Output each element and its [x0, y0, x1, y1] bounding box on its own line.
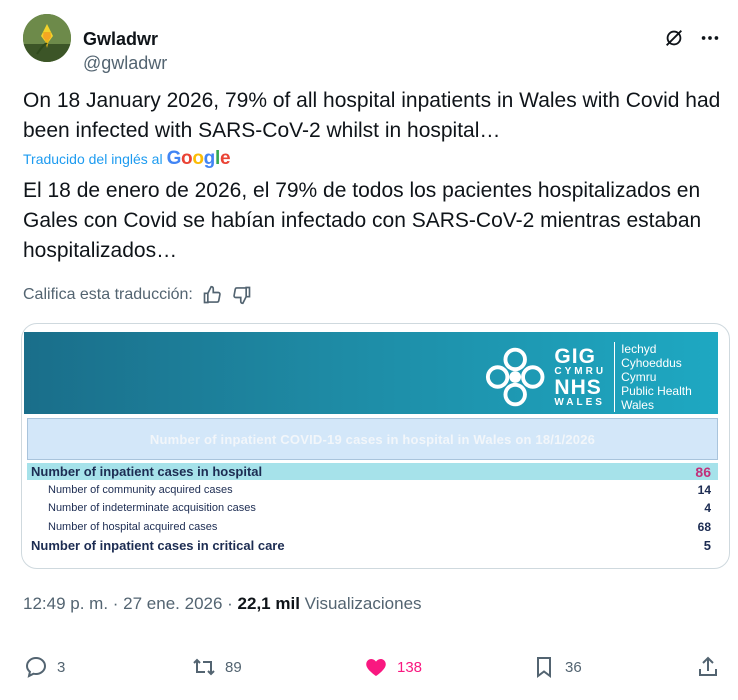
table-row: Number of community acquired cases 14 [27, 481, 718, 498]
translation-attribution[interactable]: Traducido del inglés al Google [23, 148, 231, 170]
user-handle[interactable]: @gwladwr [83, 52, 167, 74]
row-value: 86 [695, 463, 711, 480]
bookmark-button[interactable]: 36 [531, 654, 582, 680]
like-button[interactable]: 138 [363, 654, 422, 680]
avatar[interactable] [23, 14, 71, 62]
reply-count: 3 [57, 658, 66, 676]
table-row: Number of indeterminate acquisition case… [27, 499, 718, 516]
logo-wales: WALES [554, 397, 605, 408]
bookmark-count: 36 [565, 658, 582, 676]
share-button[interactable] [695, 654, 721, 680]
media-image[interactable]: GIG CYMRU NHS WALES Iechyd Cyhoeddus Cym… [21, 323, 730, 569]
reply-icon [23, 654, 49, 680]
views-count: 22,1 mil [237, 594, 300, 613]
views-label: Visualizaciones [304, 594, 422, 613]
google-logo: Google [166, 148, 231, 169]
nhs-wales-logo: GIG CYMRU NHS WALES Iechyd Cyhoeddus Cym… [484, 342, 718, 412]
translated-text: El 18 de enero de 2026, el 79% de todos … [23, 179, 702, 262]
row-label: Number of hospital acquired cases [48, 520, 218, 533]
share-icon [695, 654, 721, 680]
repost-icon [191, 654, 217, 680]
logo-nhs: NHS [554, 376, 602, 399]
table-title: Number of inpatient COVID-19 cases in ho… [149, 431, 596, 447]
org-line: Cymru [621, 370, 657, 384]
tweet-text: On 18 January 2026, 79% of all hospital … [23, 89, 721, 142]
row-value: 68 [697, 519, 711, 534]
like-count: 138 [397, 658, 423, 676]
more-options-icon[interactable] [698, 26, 722, 50]
repost-button[interactable]: 89 [191, 654, 242, 680]
tweet-header: Gwladwr @gwladwr [23, 14, 722, 73]
rate-translation: Califica esta traducción: [23, 284, 253, 306]
bookmark-icon [531, 654, 557, 680]
org-name: Iechyd Cyhoeddus Cymru Public Health Wal… [614, 342, 718, 412]
celtic-knot-icon [485, 347, 545, 407]
thumbs-up-icon[interactable] [201, 284, 223, 306]
row-label: Number of indeterminate acquisition case… [48, 501, 256, 514]
heart-icon [363, 654, 389, 680]
user-name[interactable]: Gwladwr [83, 28, 158, 50]
action-bar: 3 89 138 36 [23, 654, 723, 684]
meta-separator: · [108, 594, 124, 613]
row-value: 14 [697, 482, 711, 497]
repost-count: 89 [225, 658, 242, 676]
tweet-date[interactable]: 27 ene. 2026 [123, 594, 222, 613]
rate-label: Califica esta traducción: [23, 286, 193, 303]
grok-icon[interactable] [662, 26, 686, 50]
translated-by-label: Traducido del inglés al [23, 151, 163, 167]
org-line: Iechyd Cyhoeddus [621, 342, 682, 370]
phw-banner: GIG CYMRU NHS WALES Iechyd Cyhoeddus Cym… [24, 332, 718, 414]
table-title-box: Number of inpatient COVID-19 cases in ho… [27, 418, 718, 460]
reply-button[interactable]: 3 [23, 654, 65, 680]
logo-gig: GIG [554, 345, 596, 368]
meta-separator: · [222, 594, 238, 613]
table-row: Number of inpatient cases in hospital 86 [27, 463, 718, 480]
table-row: Number of hospital acquired cases 68 [27, 518, 718, 535]
tweet-meta: 12:49 p. m. · 27 ene. 2026 · 22,1 mil Vi… [23, 594, 422, 614]
org-line: Wales [621, 398, 654, 412]
row-label: Number of inpatient cases in hospital [31, 464, 263, 479]
row-value: 4 [704, 500, 711, 515]
thumbs-down-icon[interactable] [231, 284, 253, 306]
org-line: Public Health [621, 384, 692, 398]
row-label: Number of community acquired cases [48, 483, 233, 496]
row-label: Number of inpatient cases in critical ca… [31, 538, 285, 553]
table-row: Number of inpatient cases in critical ca… [27, 537, 718, 554]
row-value: 5 [703, 538, 711, 553]
tweet-time[interactable]: 12:49 p. m. [23, 594, 108, 613]
